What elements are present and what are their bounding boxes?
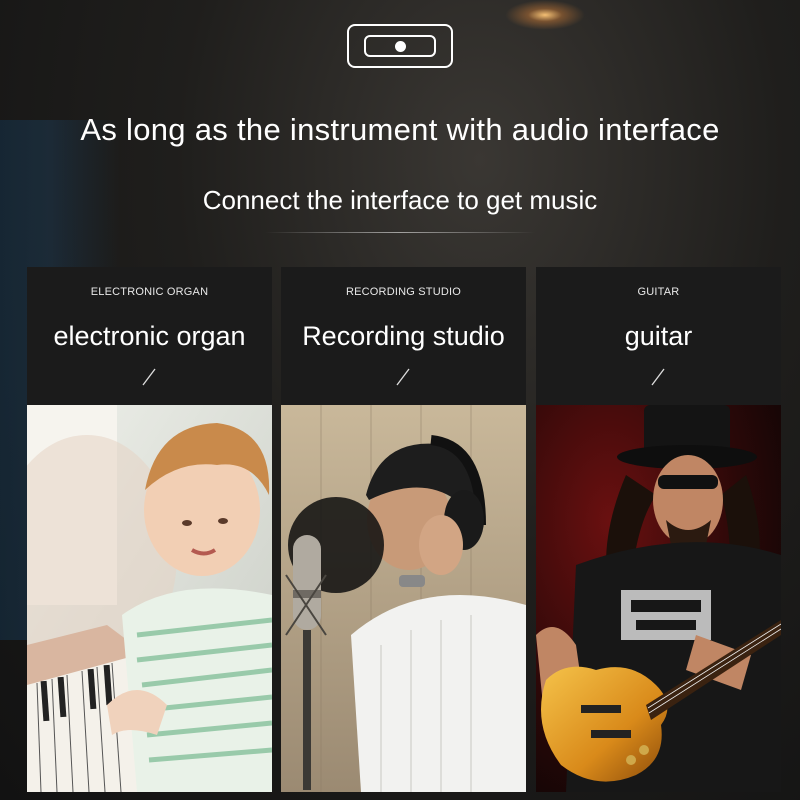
card-recording-studio: RECORDING STUDIO Recording studio [281,267,526,792]
card-electronic-organ: ELECTRONIC ORGAN electronic organ [27,267,272,792]
card-caption: RECORDING STUDIO [345,286,462,298]
headline: As long as the instrument with audio int… [80,112,720,147]
card-caption: GUITAR [637,286,680,298]
slash-icon [651,368,665,386]
card-title: guitar [624,321,693,351]
card-title: electronic organ [53,321,246,351]
toggle-track [364,35,436,57]
divider [265,232,535,233]
slash-icon [142,368,156,386]
photo-recording-studio [281,405,526,792]
card-header: ELECTRONIC ORGAN electronic organ [27,267,272,404]
card-header: RECORDING STUDIO Recording studio [281,267,526,404]
subheadline: Connect the interface to get music [202,185,598,215]
card-header: GUITAR guitar [536,267,781,404]
card-title: Recording studio [302,321,505,351]
card-guitar: GUITAR guitar [536,267,781,792]
card-caption: ELECTRONIC ORGAN [90,286,209,298]
slash-icon [396,368,410,386]
photo-guitarist [536,405,781,792]
toggle-knob [395,41,406,52]
toggle-icon [347,24,453,68]
background-light-glow [505,0,585,30]
photo-child-piano [27,405,272,792]
